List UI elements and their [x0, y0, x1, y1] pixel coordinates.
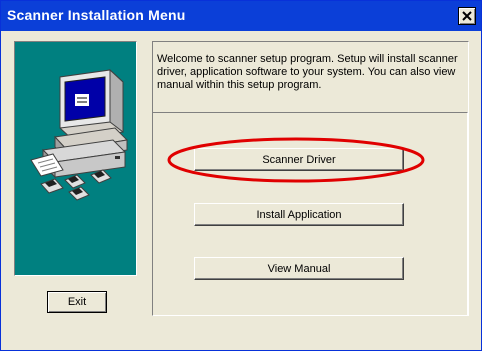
close-icon	[462, 11, 472, 21]
close-button[interactable]	[458, 7, 476, 25]
view-manual-button[interactable]: View Manual	[194, 257, 404, 280]
exit-button[interactable]: Exit	[47, 291, 107, 313]
window-title: Scanner Installation Menu	[7, 7, 186, 23]
welcome-text: Welcome to scanner setup program. Setup …	[157, 53, 458, 91]
computer-scanner-illustration	[30, 68, 129, 201]
scanner-driver-button[interactable]: Scanner Driver	[194, 148, 404, 171]
install-application-button[interactable]: Install Application	[194, 203, 404, 226]
side-illustration-panel	[14, 41, 137, 276]
title-bar[interactable]: Scanner Installation Menu	[1, 1, 481, 31]
